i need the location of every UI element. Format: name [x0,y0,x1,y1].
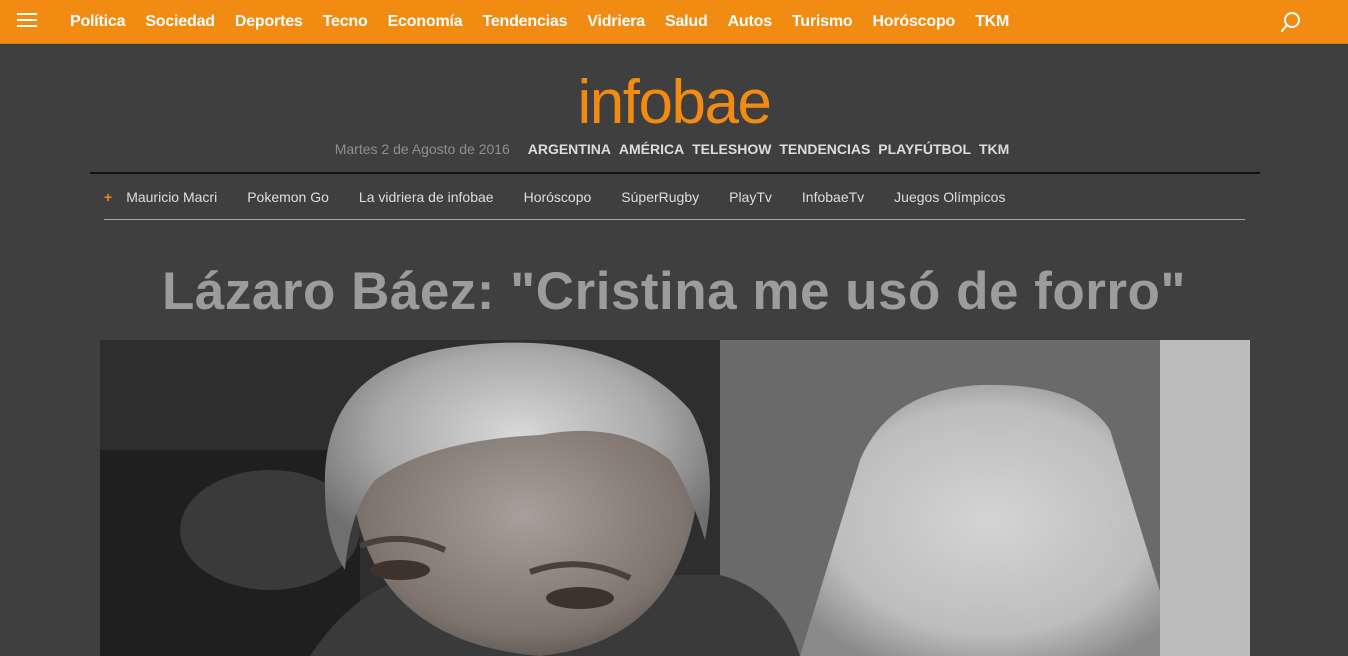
trending-tags-bar: + Mauricio Macri Pokemon Go La vidriera … [104,187,1035,207]
masthead-dateline: Martes 2 de Agosto de 2016 ARGENTINA AMÉ… [0,141,1348,157]
nav-item-tecno[interactable]: Tecno [313,13,378,31]
tag-playtv[interactable]: PlayTv [729,189,772,205]
infobae-logo[interactable]: infobae [0,68,1348,138]
article-hero-image[interactable] [100,340,1250,656]
tag-mauricio-macri[interactable]: Mauricio Macri [126,189,217,205]
nav-item-vidriera[interactable]: Vidriera [577,13,655,31]
nav-item-turismo[interactable]: Turismo [782,13,863,31]
search-icon[interactable] [1280,11,1302,33]
edition-link-tendencias[interactable]: TENDENCIAS [779,141,870,157]
nav-item-horoscopo[interactable]: Horóscopo [862,13,965,31]
section-nav: Política Sociedad Deportes Tecno Economí… [60,0,1019,44]
tag-pokemon-go[interactable]: Pokemon Go [247,189,329,205]
edition-link-argentina[interactable]: ARGENTINA [528,141,611,157]
edition-links: ARGENTINA AMÉRICA TELESHOW TENDENCIAS PL… [528,141,1014,157]
nav-item-deportes[interactable]: Deportes [225,13,313,31]
article-headline[interactable]: Lázaro Báez: "Cristina me usó de forro" [0,262,1348,322]
edition-link-tkm[interactable]: TKM [979,141,1009,157]
tag-juegos-olimpicos[interactable]: Juegos Olímpicos [894,189,1005,205]
plus-icon: + [104,189,113,205]
divider [90,172,1260,174]
tag-la-vidriera[interactable]: La vidriera de infobae [359,189,494,205]
edition-link-playfutbol[interactable]: PLAYFÚTBOL [878,141,971,157]
nav-item-economia[interactable]: Economía [378,13,473,31]
tag-superrugby[interactable]: SúperRugby [621,189,699,205]
edition-link-america[interactable]: AMÉRICA [619,141,684,157]
nav-item-salud[interactable]: Salud [655,13,718,31]
tag-horoscopo[interactable]: Horóscopo [524,189,592,205]
nav-item-politica[interactable]: Política [60,13,135,31]
edition-link-teleshow[interactable]: TELESHOW [692,141,771,157]
divider [104,219,1245,220]
nav-item-autos[interactable]: Autos [718,13,782,31]
nav-item-tkm[interactable]: TKM [965,13,1019,31]
portrait-photo-image [100,340,1250,656]
nav-item-sociedad[interactable]: Sociedad [135,13,225,31]
current-date: Martes 2 de Agosto de 2016 [334,141,510,157]
tag-infobaetv[interactable]: InfobaeTv [802,189,864,205]
nav-item-tendencias[interactable]: Tendencias [472,13,577,31]
hamburger-menu-icon[interactable] [17,13,37,29]
top-navigation-bar: Política Sociedad Deportes Tecno Economí… [0,0,1348,44]
